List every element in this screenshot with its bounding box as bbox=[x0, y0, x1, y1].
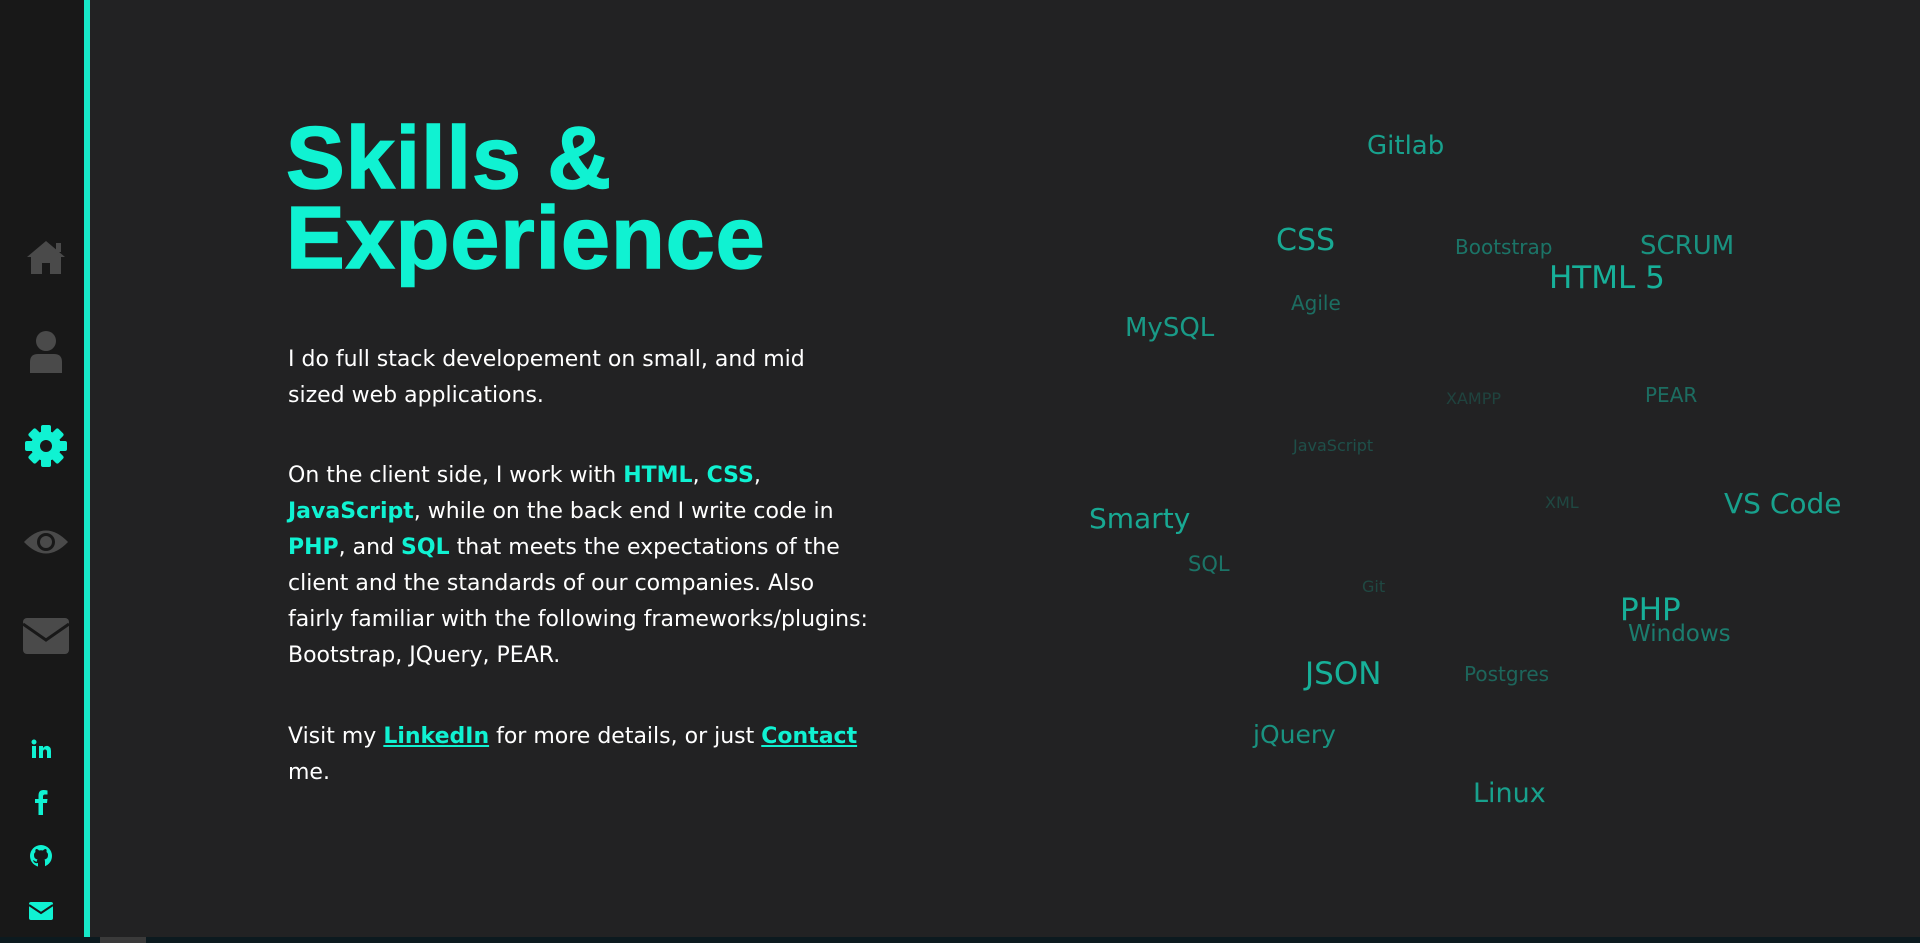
eye-icon bbox=[24, 530, 68, 554]
page-title-line2: Experience bbox=[285, 188, 766, 287]
github-icon bbox=[30, 845, 52, 867]
social-email-link[interactable] bbox=[28, 898, 54, 924]
cloud-word-pear: PEAR bbox=[1645, 383, 1698, 407]
cloud-word-windows: Windows bbox=[1628, 621, 1731, 647]
text-segment: Visit my bbox=[288, 724, 384, 749]
envelope-icon bbox=[22, 618, 70, 654]
skill-highlight-html: HTML bbox=[623, 463, 693, 488]
cloud-word-smarty: Smarty bbox=[1089, 502, 1191, 535]
skill-highlight-php: PHP bbox=[288, 535, 339, 560]
cloud-word-css: CSS bbox=[1276, 223, 1336, 258]
cloud-word-sql: SQL bbox=[1188, 552, 1230, 576]
text-segment: for more details, or just bbox=[489, 724, 762, 749]
social-facebook-link[interactable] bbox=[28, 789, 54, 815]
intro-paragraph: I do full stack developement on small, a… bbox=[288, 347, 805, 408]
sidebar bbox=[0, 0, 90, 943]
social-linkedin-link[interactable] bbox=[28, 736, 54, 762]
skills-paragraph: On the client side, I work with HTML, CS… bbox=[288, 458, 868, 674]
text-segment: , while on the back end I write code in bbox=[413, 499, 834, 524]
home-icon bbox=[27, 241, 65, 274]
nav-work-link[interactable] bbox=[22, 518, 70, 566]
social-github-link[interactable] bbox=[28, 843, 54, 869]
scrollbar-thumb[interactable] bbox=[100, 937, 146, 943]
cloud-word-scrum: SCRUM bbox=[1640, 231, 1735, 261]
text-segment: , and bbox=[338, 535, 402, 560]
user-icon bbox=[30, 331, 62, 373]
main-content: Skills & Experience I do full stack deve… bbox=[96, 0, 1920, 937]
page-title: Skills & Experience bbox=[285, 113, 766, 283]
gear-icon bbox=[25, 425, 67, 467]
cloud-word-javascript: JavaScript bbox=[1293, 436, 1374, 455]
linkedin-link[interactable]: LinkedIn bbox=[383, 724, 489, 749]
text-segment: , bbox=[692, 463, 707, 488]
nav-home-link[interactable] bbox=[22, 233, 70, 281]
cloud-word-xampp: XAMPP bbox=[1446, 389, 1502, 408]
cloud-word-xml: XML bbox=[1545, 493, 1579, 512]
skill-highlight-css: CSS bbox=[706, 463, 754, 488]
cloud-word-mysql: MySQL bbox=[1125, 313, 1215, 343]
text-segment: On the client side, I work with bbox=[288, 463, 624, 488]
contact-paragraph: Visit my LinkedIn for more details, or j… bbox=[288, 719, 868, 791]
nav-contact-link[interactable] bbox=[22, 612, 70, 660]
cloud-word-gitlab: Gitlab bbox=[1367, 131, 1445, 161]
cloud-word-agile: Agile bbox=[1291, 291, 1341, 315]
cloud-word-git: Git bbox=[1362, 577, 1386, 596]
cloud-word-linux: Linux bbox=[1473, 778, 1546, 809]
linkedin-icon bbox=[31, 739, 51, 758]
horizontal-scrollbar[interactable] bbox=[0, 937, 1920, 943]
skill-highlight-javascript: JavaScript bbox=[288, 499, 414, 524]
contact-link[interactable]: Contact bbox=[761, 724, 857, 749]
facebook-icon bbox=[35, 790, 48, 815]
nav-about-link[interactable] bbox=[22, 328, 70, 376]
nav-skills-link[interactable] bbox=[22, 422, 70, 470]
envelope-icon bbox=[29, 902, 53, 920]
skill-highlight-sql: SQL bbox=[401, 535, 450, 560]
text-segment: , bbox=[753, 463, 761, 488]
cloud-word-postgres: Postgres bbox=[1464, 662, 1550, 686]
cloud-word-vscode: VS Code bbox=[1724, 487, 1842, 520]
cloud-word-json: JSON bbox=[1305, 656, 1382, 692]
text-segment: me. bbox=[288, 760, 330, 785]
cloud-word-jquery: jQuery bbox=[1253, 720, 1336, 749]
cloud-word-html5: HTML 5 bbox=[1549, 260, 1665, 296]
cloud-word-bootstrap: Bootstrap bbox=[1455, 235, 1553, 259]
